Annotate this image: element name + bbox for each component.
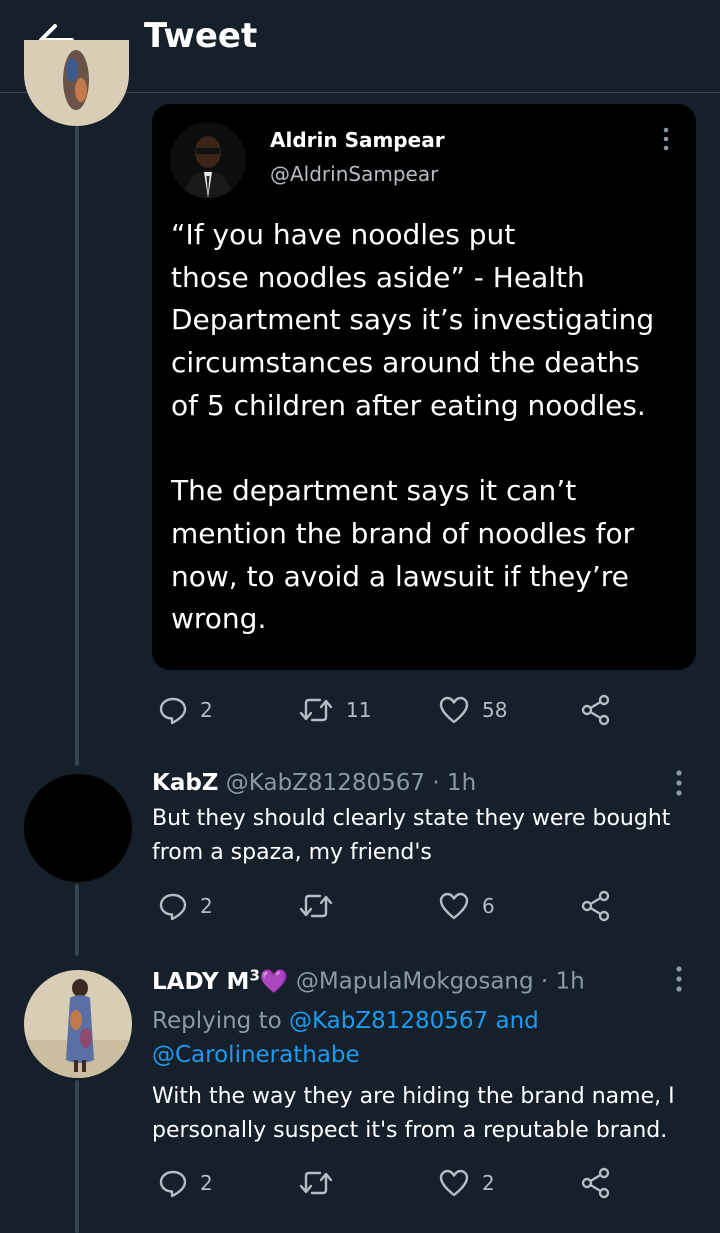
like-count: 58 — [482, 698, 508, 722]
retweet-button[interactable] — [298, 1163, 334, 1203]
reply-icon — [158, 695, 188, 725]
timestamp[interactable]: · 1h — [432, 770, 476, 796]
author-handle[interactable]: @KabZ81280567 — [226, 770, 425, 796]
retweet-icon — [298, 891, 334, 921]
tweet-actions: 2 11 58 — [152, 690, 632, 730]
thread-line — [75, 126, 79, 766]
author-handle[interactable]: @MapulaMokgosang — [296, 969, 534, 995]
share-button[interactable] — [580, 1163, 612, 1203]
share-button[interactable] — [580, 886, 612, 926]
like-button[interactable]: 58 — [438, 690, 507, 730]
mention-link[interactable]: @Carolinerathabe — [152, 1042, 360, 1068]
like-button[interactable]: 2 — [438, 1163, 495, 1203]
reply-text: With the way they are hiding the brand n… — [152, 1080, 692, 1148]
reply-text-line: With the way they are hiding the brand n… — [152, 1084, 675, 1109]
retweet-icon — [298, 695, 334, 725]
reply-text-line: But they should clearly state they were … — [152, 806, 671, 831]
author-name[interactable]: Aldrin Sampear — [270, 128, 445, 152]
retweet-button[interactable]: 11 — [298, 690, 371, 730]
more-options-icon[interactable] — [670, 768, 688, 798]
timestamp[interactable]: · 1h — [541, 969, 585, 995]
reply-header: LADY M3💜 @MapulaMokgosang · 1h — [152, 966, 585, 995]
quoted-tweet-text: “If you have noodles put those noodles a… — [171, 218, 655, 636]
retweet-icon — [298, 1168, 334, 1198]
reply-icon — [158, 1168, 188, 1198]
replying-to: Replying to @KabZ81280567 and @Caroliner… — [152, 1004, 692, 1072]
reply-button[interactable]: 2 — [158, 886, 213, 926]
thread-line — [75, 1080, 79, 1233]
heart-icon — [438, 1168, 470, 1198]
heart-icon — [438, 695, 470, 725]
retweet-button[interactable] — [298, 886, 334, 926]
share-icon — [580, 694, 612, 726]
purple-heart-icon: 💜 — [259, 968, 289, 995]
heart-icon — [438, 891, 470, 921]
reply-actions: 2 2 — [152, 1163, 632, 1203]
reply-button[interactable]: 2 — [158, 690, 213, 730]
author-handle[interactable]: @AldrinSampear — [270, 162, 438, 186]
reply-icon — [158, 891, 188, 921]
mention-link[interactable]: @KabZ81280567 — [289, 1008, 488, 1034]
share-icon — [580, 890, 612, 922]
avatar[interactable] — [170, 122, 246, 198]
avatar[interactable] — [24, 40, 129, 126]
reply-count: 2 — [200, 698, 213, 722]
reply-text: But they should clearly state they were … — [152, 802, 692, 870]
reply-count: 2 — [200, 1171, 213, 1195]
more-options-icon[interactable] — [658, 126, 674, 152]
retweet-count: 11 — [346, 698, 372, 722]
reply-button[interactable]: 2 — [158, 1163, 213, 1203]
share-icon — [580, 1167, 612, 1199]
replying-and[interactable]: and — [496, 1008, 539, 1034]
replying-to-label: Replying to — [152, 1008, 282, 1034]
reply-actions: 2 6 — [152, 886, 632, 926]
more-options-icon[interactable] — [670, 964, 688, 994]
reply-text-line: from a spaza, my friend's — [152, 840, 432, 865]
author-name-superscript: 3 — [249, 966, 260, 984]
like-button[interactable]: 6 — [438, 886, 495, 926]
author-name-text: LADY M — [152, 968, 250, 995]
reply-header: KabZ @KabZ81280567 · 1h — [152, 770, 476, 796]
avatar[interactable] — [24, 774, 132, 882]
author-name[interactable]: KabZ — [152, 770, 218, 796]
reply-count: 2 — [200, 894, 213, 918]
page-title: Tweet — [144, 16, 258, 56]
like-count: 2 — [482, 1171, 495, 1195]
thread-line — [75, 884, 79, 956]
reply-text-line: personally suspect it's from a reputable… — [152, 1118, 668, 1143]
author-name[interactable]: LADY M3💜 — [152, 966, 289, 995]
quoted-tweet-card[interactable]: Aldrin Sampear @AldrinSampear “If you ha… — [152, 104, 696, 670]
avatar[interactable] — [24, 970, 132, 1078]
share-button[interactable] — [580, 690, 612, 730]
like-count: 6 — [482, 894, 495, 918]
